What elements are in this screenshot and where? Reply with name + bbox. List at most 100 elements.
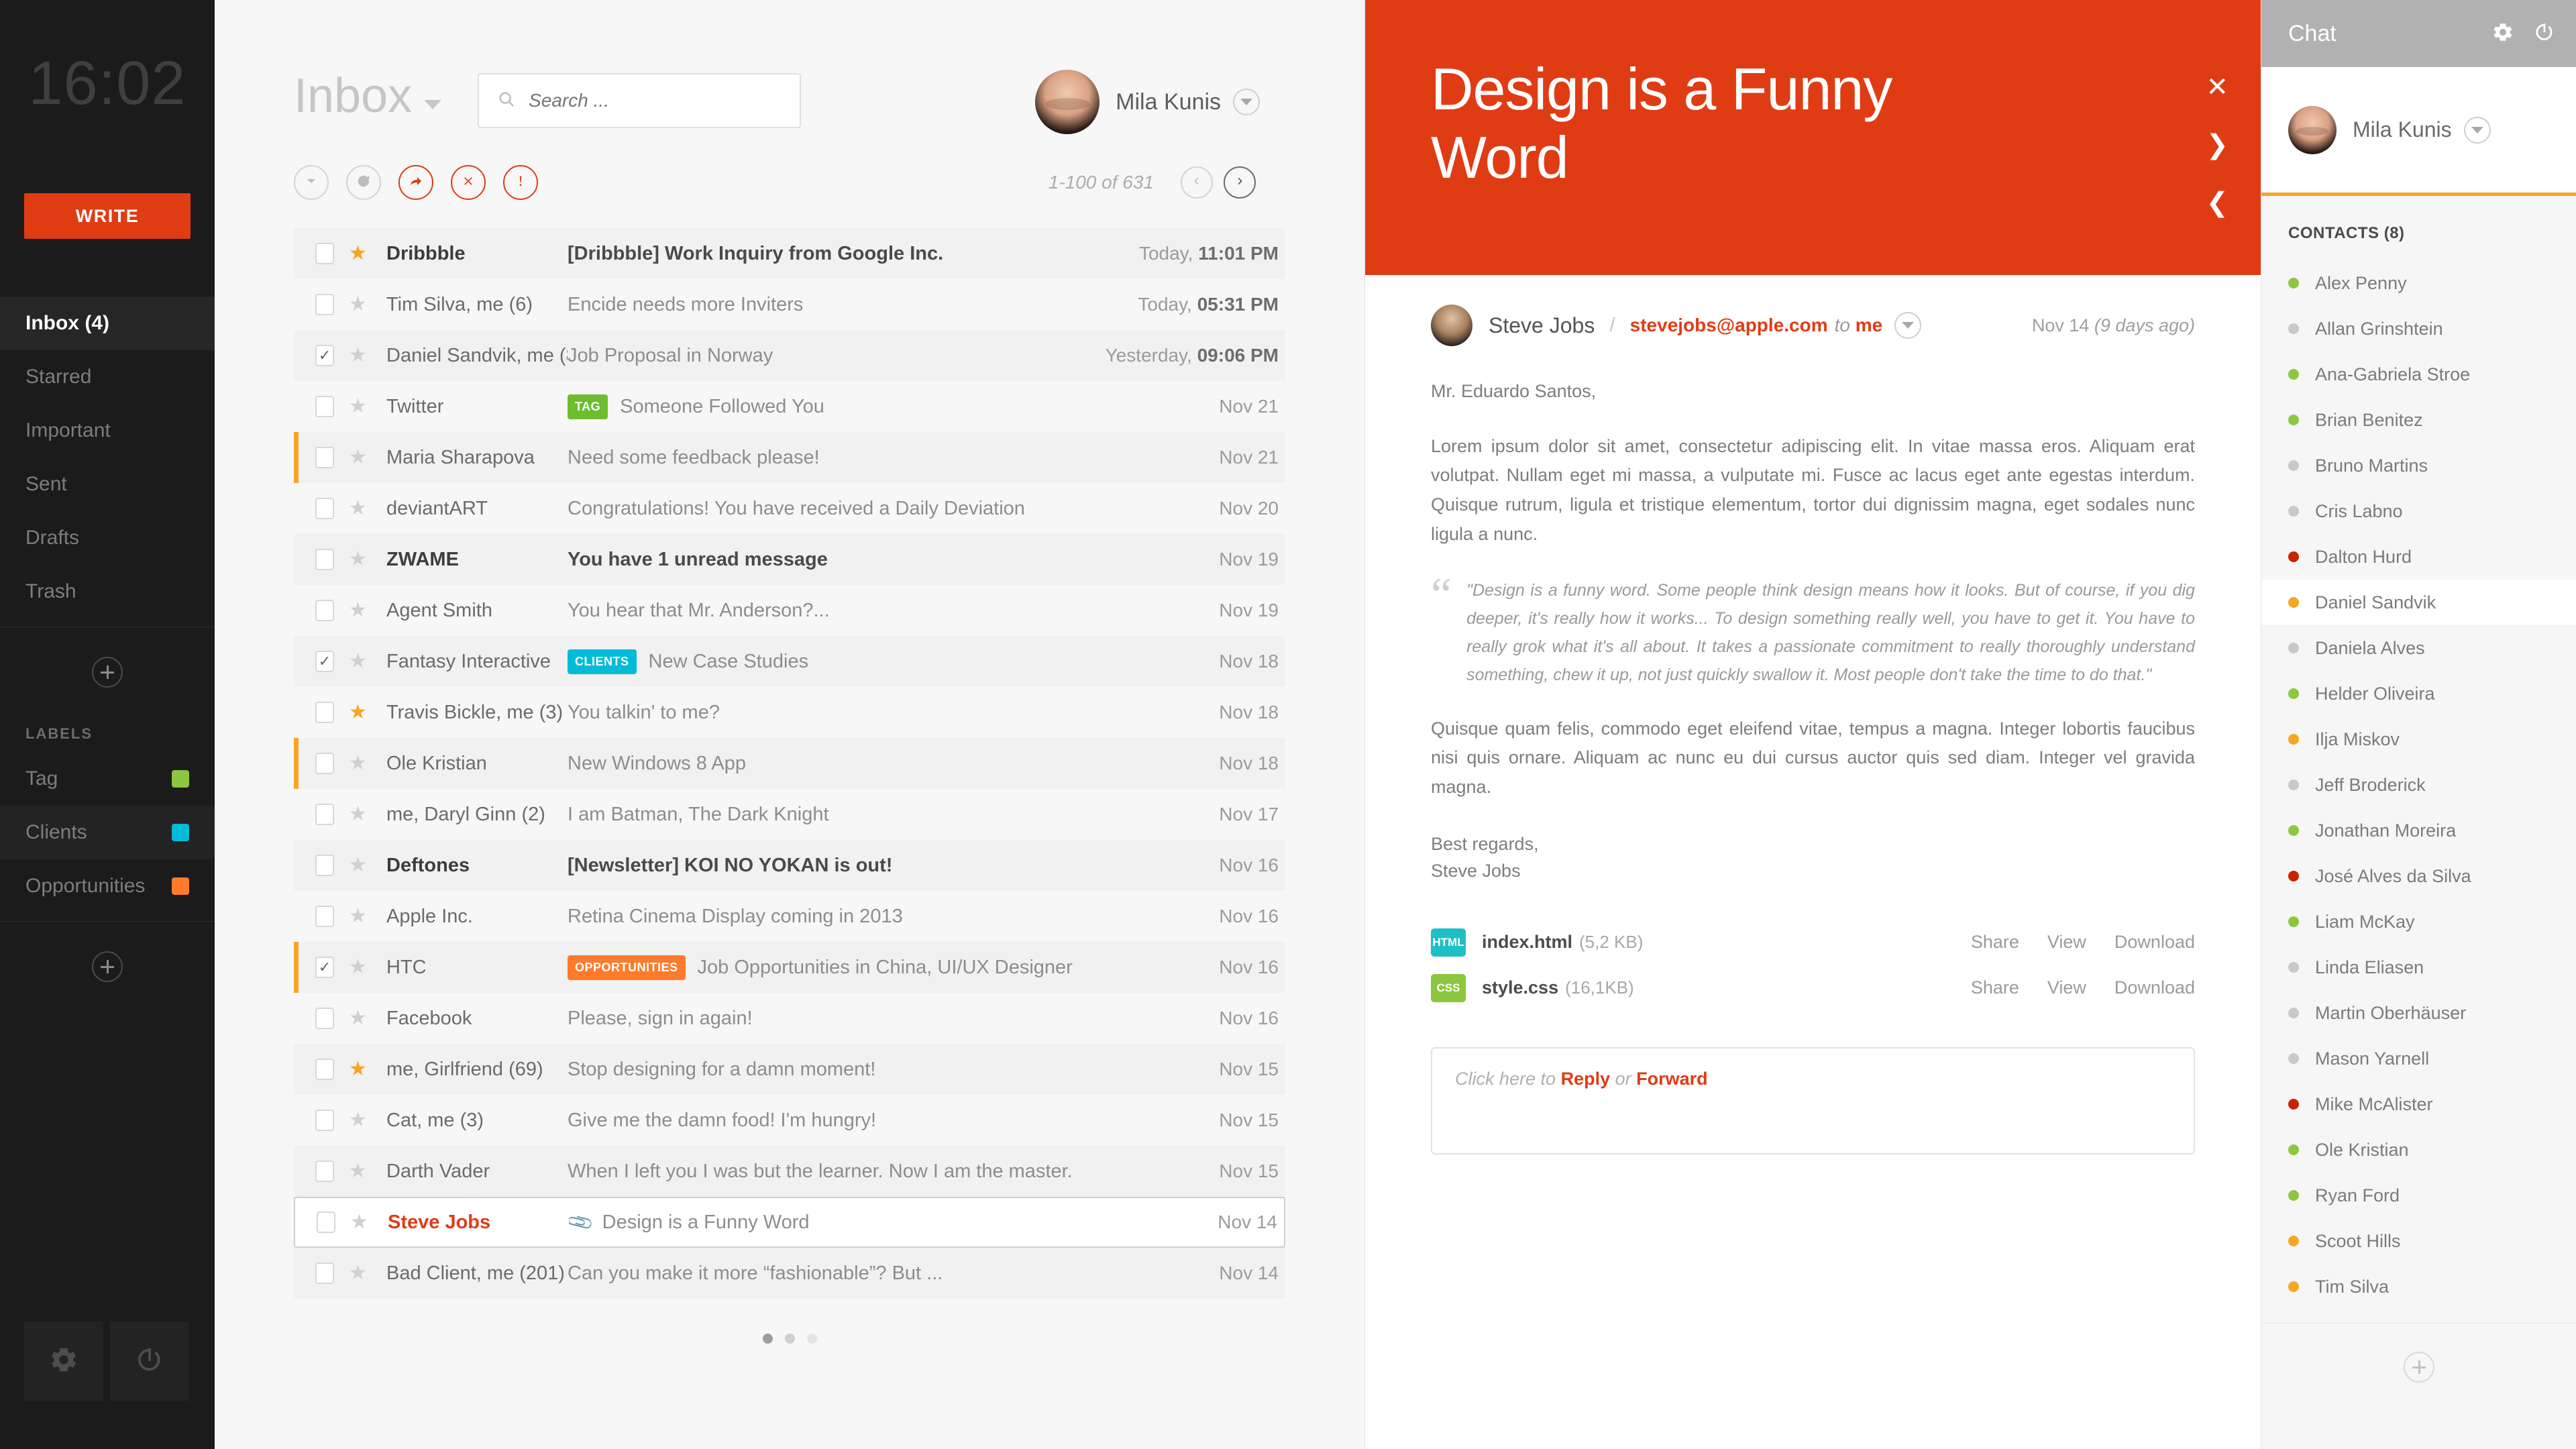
attachment-download-link[interactable]: Download	[2114, 977, 2195, 998]
list-item[interactable]: Allan Grinshtein	[2261, 306, 2576, 352]
table-row[interactable]: ✓ ★ HTC OPPORTUNITIES Job Opportunities in C…	[294, 942, 1285, 993]
search-field[interactable]	[529, 90, 771, 111]
page-dot[interactable]	[784, 1334, 795, 1344]
table-row[interactable]: ★ Travis Bickle, me (3) You talkin' to me?…	[294, 687, 1285, 738]
star-icon[interactable]: ★	[349, 549, 369, 570]
gear-icon[interactable]	[2491, 21, 2514, 47]
row-checkbox[interactable]	[315, 855, 334, 876]
table-row[interactable]: ★ Apple Inc. Retina Cinema Display coming …	[294, 891, 1285, 942]
star-icon[interactable]: ★	[349, 1110, 369, 1130]
row-checkbox[interactable]	[315, 1263, 334, 1284]
chat-current-user[interactable]: Mila Kunis	[2261, 67, 2576, 196]
list-item[interactable]: Bruno Martins	[2261, 443, 2576, 488]
sidebar-item-sent[interactable]: Sent	[0, 458, 215, 511]
list-item[interactable]: Daniel Sandvik	[2261, 580, 2576, 625]
row-checkbox[interactable]	[315, 753, 334, 774]
list-item[interactable]: Ole Kristian	[2261, 1127, 2576, 1173]
table-row[interactable]: ★ me, Daryl Ginn (2) I am Batman, The Dark…	[294, 789, 1285, 840]
list-item[interactable]: Ryan Ford	[2261, 1173, 2576, 1218]
star-icon[interactable]: ★	[349, 702, 369, 722]
plus-icon[interactable]	[2403, 1352, 2434, 1383]
table-row[interactable]: ★ Ole Kristian New Windows 8 App Nov 18	[294, 738, 1285, 789]
row-checkbox[interactable]: ✓	[315, 651, 334, 672]
row-checkbox[interactable]	[315, 396, 334, 417]
list-item[interactable]: Ilja Miskov	[2261, 716, 2576, 762]
attachment-share-link[interactable]: Share	[1971, 932, 2019, 953]
table-row[interactable]: ✓ ★ Daniel Sandvik, me (81)Job Proposal in…	[294, 330, 1285, 381]
table-row[interactable]: ★ Tim Silva, me (6) Encide needs more Invi…	[294, 279, 1285, 330]
table-row[interactable]: ✓ ★ Fantasy Interactive CLIENTS New Case Stu…	[294, 636, 1285, 687]
mark-important-button[interactable]	[503, 165, 538, 200]
star-icon[interactable]: ★	[349, 957, 369, 977]
row-checkbox[interactable]: ✓	[315, 957, 334, 978]
reply-link[interactable]: Reply	[1561, 1069, 1611, 1089]
refresh-button[interactable]	[346, 165, 381, 200]
list-item[interactable]: Jeff Broderick	[2261, 762, 2576, 808]
star-icon[interactable]: ★	[349, 447, 369, 468]
user-menu[interactable]: Mila Kunis	[1035, 70, 1260, 134]
star-icon[interactable]: ★	[349, 1161, 369, 1181]
forward-link[interactable]: Forward	[1636, 1069, 1708, 1089]
attachment-view-link[interactable]: View	[2047, 977, 2086, 998]
list-item[interactable]: Scoot Hills	[2261, 1218, 2576, 1264]
row-checkbox[interactable]	[315, 243, 334, 264]
chevron-left-icon[interactable]: ❮	[2206, 189, 2229, 216]
sidebar-item-drafts[interactable]: Drafts	[0, 511, 215, 565]
star-icon[interactable]: ★	[349, 1008, 369, 1028]
next-page-button[interactable]	[1224, 166, 1256, 199]
write-button[interactable]: WRITE	[24, 193, 191, 239]
table-row[interactable]: ★ Facebook Please, sign in again! Nov 16	[294, 993, 1285, 1044]
list-item[interactable]: Linda Eliasen	[2261, 945, 2576, 990]
plus-icon[interactable]	[92, 657, 123, 688]
attachment-name[interactable]: index.html	[1482, 932, 1572, 953]
list-item[interactable]: Martin Oberhäuser	[2261, 990, 2576, 1036]
star-icon[interactable]: ★	[349, 1059, 369, 1079]
row-checkbox[interactable]	[315, 1161, 334, 1182]
attachment-view-link[interactable]: View	[2047, 932, 2086, 953]
row-checkbox[interactable]: ✓	[315, 345, 334, 366]
power-icon[interactable]	[2533, 21, 2556, 47]
list-item[interactable]: Alex Penny	[2261, 260, 2576, 306]
label-item-opportunities[interactable]: Opportunities	[0, 859, 215, 913]
forward-button[interactable]	[398, 165, 433, 200]
table-row[interactable]: ★ Agent Smith You hear that Mr. Anderson?.…	[294, 585, 1285, 636]
sender-email[interactable]: stevejobs@apple.com	[1630, 315, 1828, 336]
list-item[interactable]: Brian Benitez	[2261, 397, 2576, 443]
page-dot[interactable]	[806, 1334, 817, 1344]
star-icon[interactable]: ★	[349, 753, 369, 773]
prev-page-button[interactable]	[1181, 166, 1213, 199]
plus-icon[interactable]	[92, 951, 123, 982]
message-details-button[interactable]	[1894, 312, 1922, 339]
table-row[interactable]: ★ Darth Vader When I left you I was but th…	[294, 1146, 1285, 1197]
star-icon[interactable]: ★	[349, 1263, 369, 1283]
list-item[interactable]: Mason Yarnell	[2261, 1036, 2576, 1081]
sidebar-item-inbox[interactable]: Inbox (4)	[0, 297, 215, 350]
sidebar-item-starred[interactable]: Starred	[0, 350, 215, 404]
table-row[interactable]: ★ Twitter TAG Someone Followed You Nov 21	[294, 381, 1285, 432]
star-icon[interactable]: ★	[350, 1212, 370, 1232]
chevron-down-icon[interactable]	[424, 100, 442, 109]
user-dropdown-button[interactable]	[1233, 89, 1260, 115]
list-item[interactable]: Ana-Gabriela Stroe	[2261, 352, 2576, 397]
chevron-right-icon[interactable]: ❯	[2206, 131, 2229, 158]
table-row[interactable]: ★ me, Girlfriend (69) Stop designing for a…	[294, 1044, 1285, 1095]
row-checkbox[interactable]	[315, 1110, 334, 1131]
sidebar-item-important[interactable]: Important	[0, 404, 215, 458]
list-item[interactable]: Daniela Alves	[2261, 625, 2576, 671]
star-icon[interactable]: ★	[349, 396, 369, 417]
list-item[interactable]: Helder Oliveira	[2261, 671, 2576, 716]
table-row[interactable]: ★ Bad Client, me (201) Can you make it mor…	[294, 1248, 1285, 1299]
table-row[interactable]: ★ deviantART Congratulations! You have rec…	[294, 483, 1285, 534]
table-row[interactable]: ★ Deftones [Newsletter] KOI NO YOKAN is ou…	[294, 840, 1285, 891]
settings-button[interactable]	[24, 1322, 103, 1401]
list-item[interactable]: Dalton Hurd	[2261, 534, 2576, 580]
row-checkbox[interactable]	[315, 1059, 334, 1080]
star-icon[interactable]: ★	[349, 244, 369, 264]
reply-forward-box[interactable]: Click here to Reply or Forward	[1431, 1046, 2195, 1155]
delete-button[interactable]	[451, 165, 486, 200]
table-row[interactable]: ★ Dribbble [Dribbble] Work Inquiry from Go…	[294, 228, 1285, 279]
table-row[interactable]: ★ Steve Jobs 📎 Design is a Funny Word Nov 14	[294, 1197, 1285, 1248]
chat-status-dropdown[interactable]	[2463, 116, 2491, 144]
row-checkbox[interactable]	[315, 498, 334, 519]
row-checkbox[interactable]	[317, 1212, 335, 1233]
